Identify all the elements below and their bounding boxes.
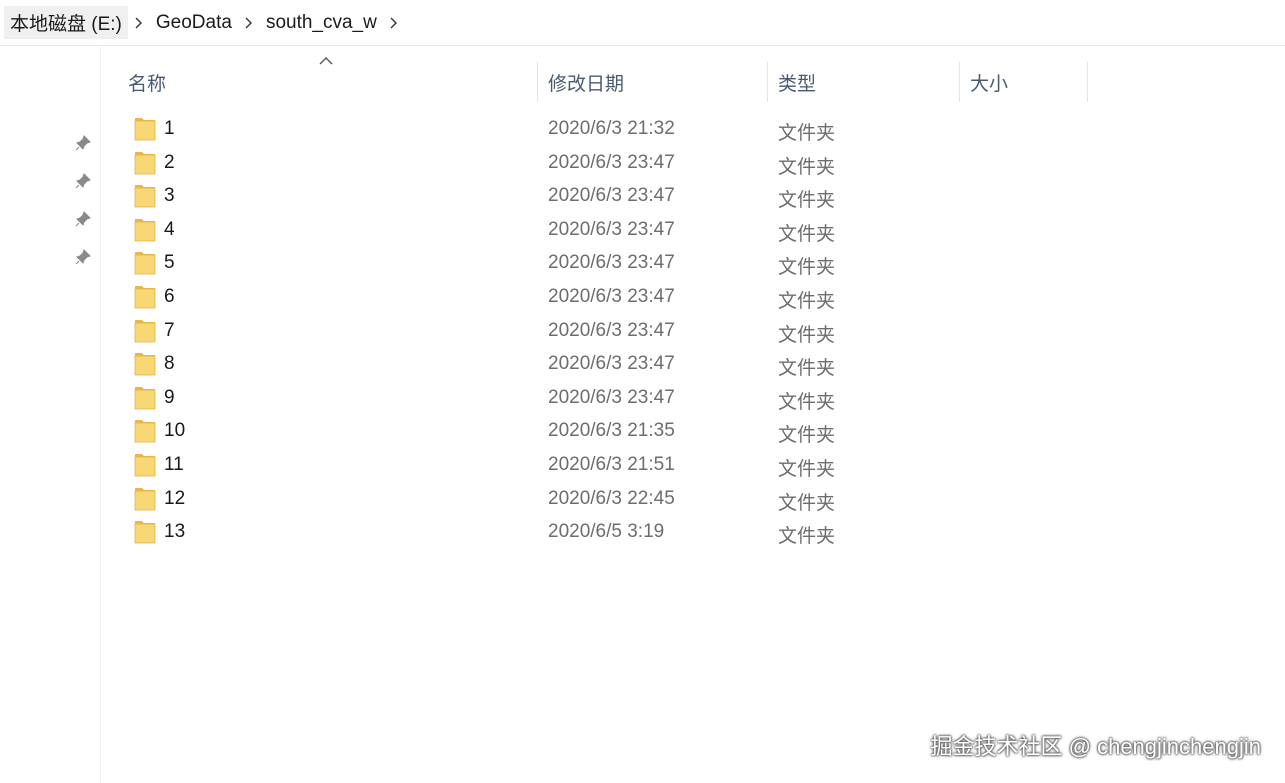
file-modified-date: 2020/6/3 21:51 [548,453,675,475]
file-list: 1 2020/6/3 21:32 文件夹 2 2020/6/3 23:47 文件… [118,112,858,549]
file-modified-date: 2020/6/3 21:32 [548,118,675,139]
file-row[interactable]: 3 2020/6/3 23:47 文件夹 [118,179,858,213]
file-row[interactable]: 2 2020/6/3 23:47 文件夹 [118,146,858,180]
file-modified-date: 2020/6/3 23:47 [548,386,675,408]
column-header-type[interactable]: 类型 [768,62,960,102]
file-row[interactable]: 10 2020/6/3 21:35 文件夹 [118,414,858,448]
file-type: 文件夹 [778,358,836,380]
file-name: 8 [164,353,175,375]
file-name: 11 [164,453,184,475]
file-type: 文件夹 [778,458,836,480]
folder-icon [134,319,156,342]
file-explorer-window: 本地磁盘 (E:) GeoData south_cva_w 名称 修改日期 类型… [0,0,1285,783]
folder-icon [134,285,156,309]
column-header-size-label: 大小 [970,73,1009,95]
column-header-date-label: 修改日期 [548,73,625,95]
file-name: 6 [164,285,175,307]
file-modified-date: 2020/6/3 23:47 [548,185,675,207]
pin-icon[interactable] [74,172,92,190]
file-row[interactable]: 12 2020/6/3 22:45 文件夹 [118,482,858,516]
pin-icon[interactable] [74,248,92,266]
file-row[interactable]: 9 2020/6/3 23:47 文件夹 [118,381,858,415]
file-modified-date: 2020/6/3 22:45 [548,487,675,509]
file-name: 4 [164,218,175,240]
file-modified-date: 2020/6/3 23:47 [548,151,675,173]
file-modified-date: 2020/6/3 23:47 [548,285,675,307]
chevron-right-icon[interactable] [238,17,260,29]
file-name: 7 [164,319,175,341]
chevron-right-icon[interactable] [128,17,150,29]
file-row[interactable]: 8 2020/6/3 23:47 文件夹 [118,347,858,381]
pin-icon[interactable] [74,210,92,228]
column-header-type-label: 类型 [778,73,817,95]
folder-icon [134,218,156,242]
folder-icon [134,487,156,510]
file-name: 5 [164,252,175,274]
file-row[interactable]: 5 2020/6/3 23:47 文件夹 [118,246,858,280]
watermark: 掘金技术社区 @ chengjinchengjin [930,734,1261,759]
folder-icon [134,118,156,141]
file-modified-date: 2020/6/3 23:47 [548,319,675,341]
file-row[interactable]: 7 2020/6/3 23:47 文件夹 [118,314,858,348]
file-type: 文件夹 [778,391,836,413]
column-header-size[interactable]: 大小 [960,62,1088,102]
pin-icon[interactable] [74,134,92,152]
folder-icon [134,386,156,410]
file-row[interactable]: 4 2020/6/3 23:47 文件夹 [118,213,858,247]
folder-icon [134,353,156,376]
file-type: 文件夹 [778,156,836,178]
file-name: 13 [164,521,186,543]
file-row[interactable]: 13 2020/6/5 3:19 文件夹 [118,515,858,549]
file-type: 文件夹 [778,290,836,312]
file-type: 文件夹 [778,425,836,447]
column-header-name[interactable]: 名称 [118,62,538,102]
file-type: 文件夹 [778,324,836,346]
breadcrumb-item-geodata[interactable]: GeoData [150,9,238,37]
folder-icon [134,252,156,275]
chevron-right-icon[interactable] [383,17,405,29]
breadcrumb: 本地磁盘 (E:) GeoData south_cva_w [0,0,1285,46]
file-modified-date: 2020/6/5 3:19 [548,521,665,543]
navigation-pane [0,47,101,783]
column-header-date[interactable]: 修改日期 [538,62,768,102]
file-type: 文件夹 [778,492,836,514]
folder-icon [134,453,156,477]
folder-icon [134,151,156,174]
file-name: 10 [164,420,186,442]
file-modified-date: 2020/6/3 23:47 [548,353,675,375]
file-modified-date: 2020/6/3 21:35 [548,420,675,442]
file-name: 3 [164,185,175,207]
file-type: 文件夹 [778,257,836,279]
breadcrumb-item-south-cva-w[interactable]: south_cva_w [260,9,383,37]
breadcrumb-item-drive[interactable]: 本地磁盘 (E:) [4,6,128,39]
file-name: 2 [164,151,175,173]
file-name: 9 [164,386,175,408]
file-type: 文件夹 [778,123,836,144]
file-row[interactable]: 11 2020/6/3 21:51 文件夹 [118,448,858,482]
file-type: 文件夹 [778,223,836,245]
file-type: 文件夹 [778,526,836,548]
file-modified-date: 2020/6/3 23:47 [548,252,675,274]
file-row[interactable]: 1 2020/6/3 21:32 文件夹 [118,112,858,146]
folder-icon [134,420,156,443]
file-row[interactable]: 6 2020/6/3 23:47 文件夹 [118,280,858,314]
folder-icon [134,521,156,544]
file-name: 1 [164,118,175,139]
file-type: 文件夹 [778,190,836,212]
file-name: 12 [164,487,186,509]
file-modified-date: 2020/6/3 23:47 [548,218,675,240]
folder-icon [134,185,156,208]
column-header-name-label: 名称 [128,73,167,95]
